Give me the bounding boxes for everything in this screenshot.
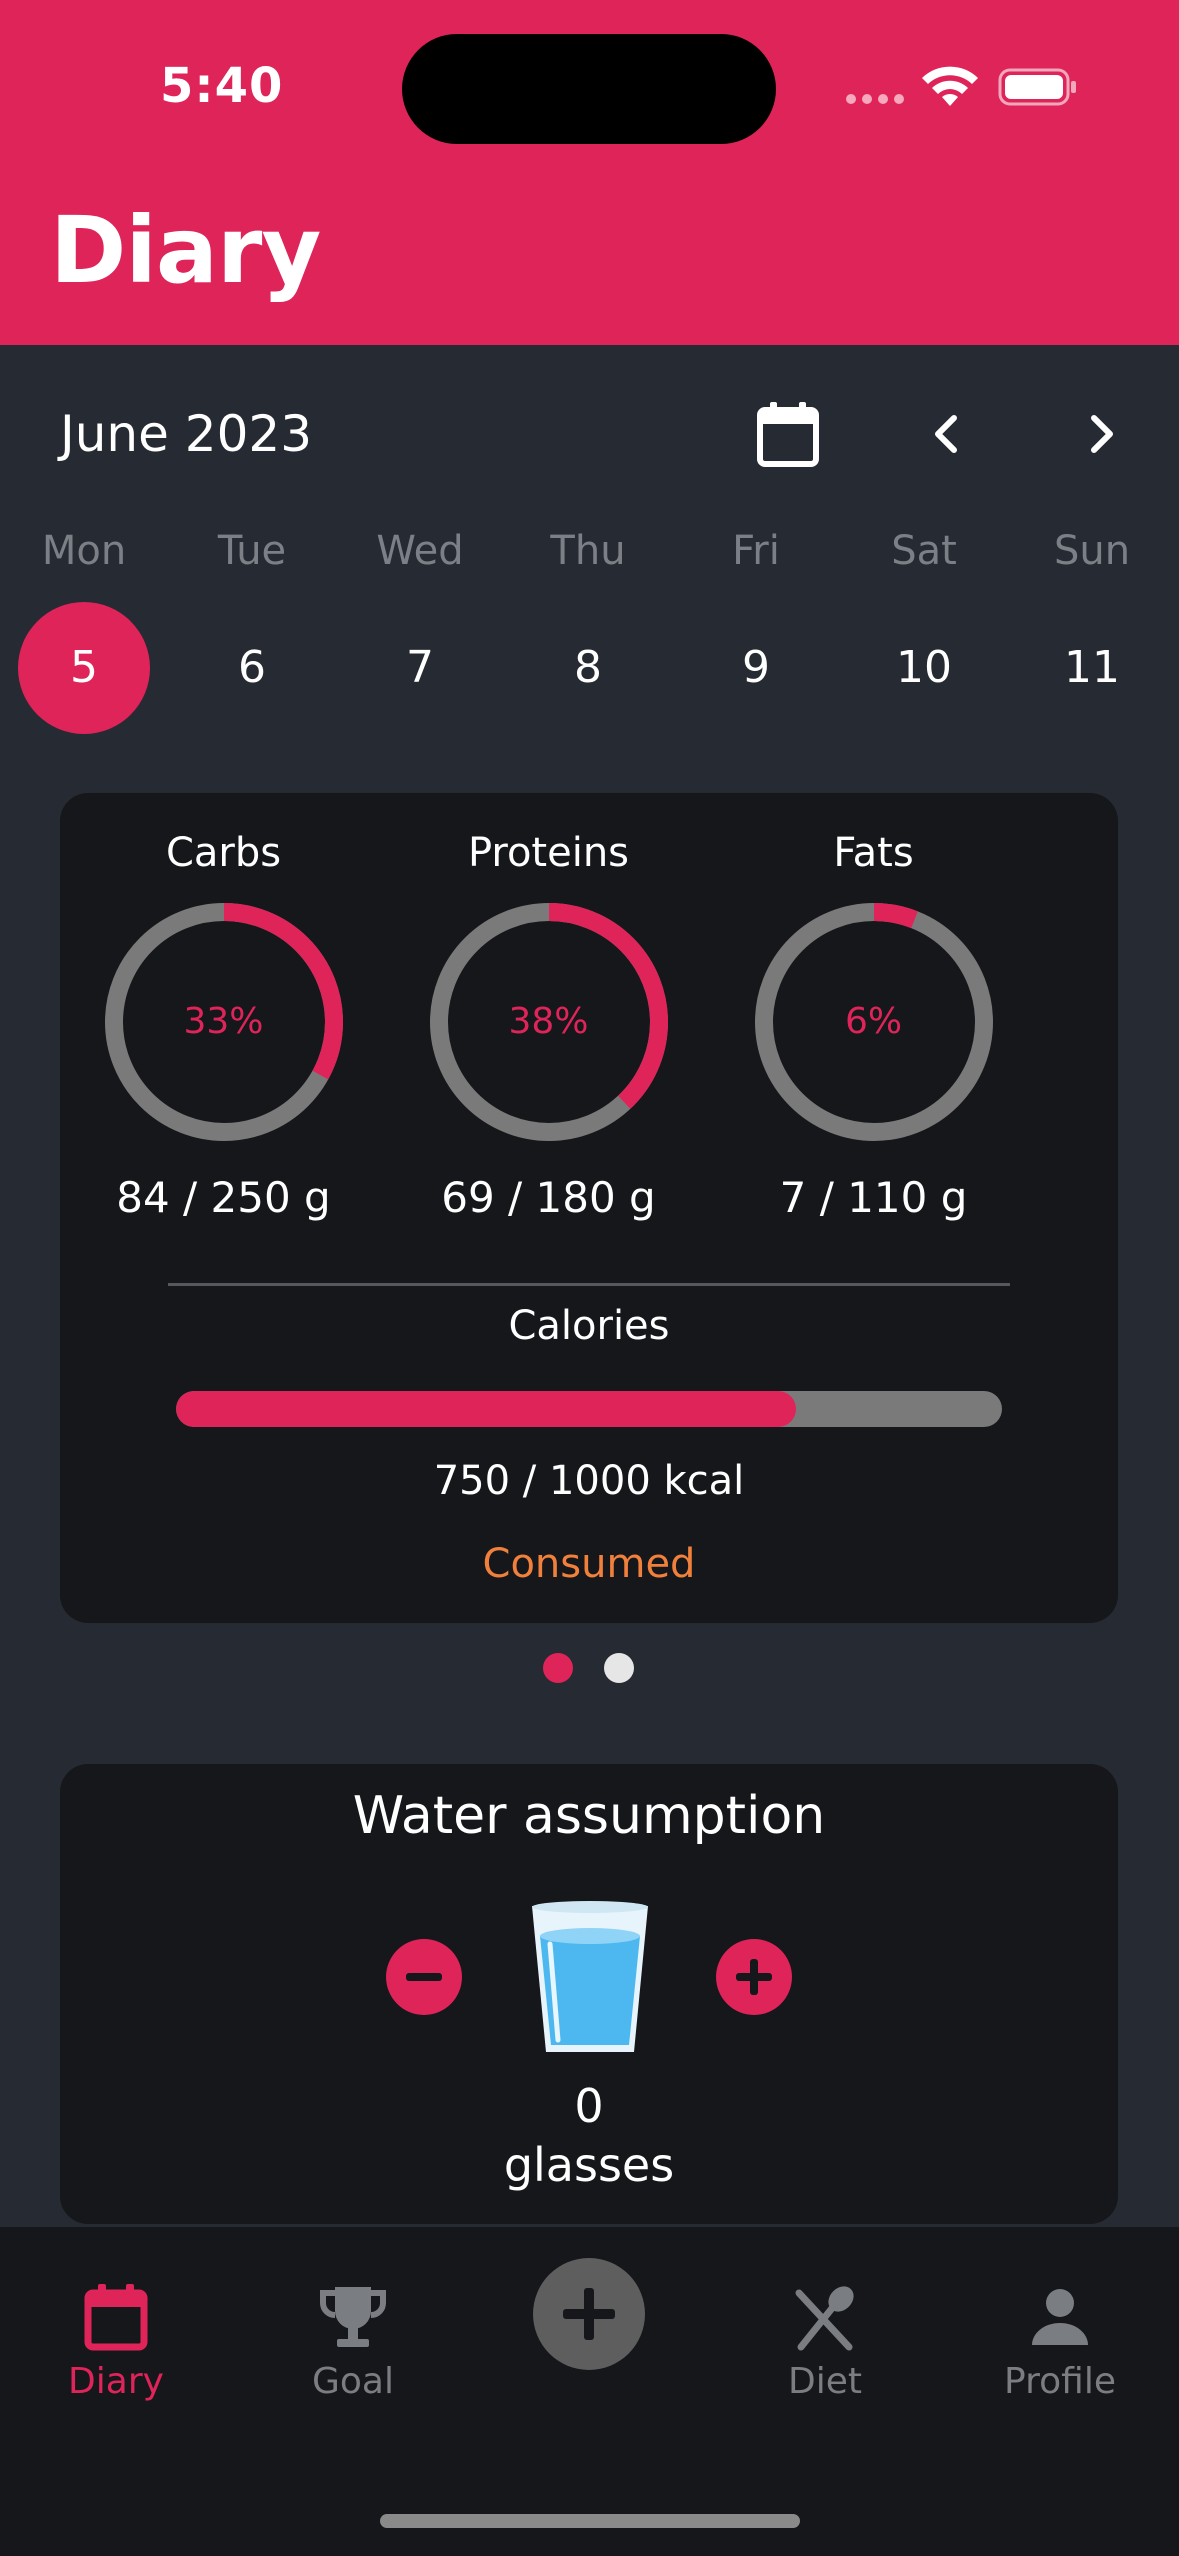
tab-label: Diary	[68, 2361, 164, 2402]
week-strip: Mon 5 Tue 6 Wed 7 Thu 8 Fri 9 Sat 10 Sun…	[0, 520, 1179, 734]
day-column[interactable]: Sat 10	[840, 520, 1008, 734]
tab-bar: Diary Goal Diet Profile	[0, 2227, 1179, 2556]
nutrition-summary-card[interactable]: Carbs 33% 84 / 250 g Proteins 38% 69 / 1…	[60, 793, 1118, 1623]
macro-amount: 84 / 250 g	[116, 1173, 331, 1222]
page-title: Diary	[50, 197, 321, 304]
remove-glass-button[interactable]	[386, 1939, 462, 2015]
day-column[interactable]: Sun 11	[1008, 520, 1176, 734]
tab-label: Profile	[1004, 2361, 1116, 2402]
page-indicator-dot-active[interactable]	[543, 1653, 573, 1683]
dynamic-island	[402, 34, 776, 144]
day-number-selected[interactable]: 5	[18, 602, 150, 734]
macro-ring: 6%	[753, 901, 995, 1143]
day-column[interactable]: Thu 8	[504, 520, 672, 734]
macro-carbs: Carbs 33% 84 / 250 g	[61, 823, 386, 1222]
tab-profile[interactable]: Profile	[960, 2277, 1160, 2402]
water-title: Water assumption	[352, 1786, 826, 1846]
water-card: Water assumption 0 glasses	[60, 1764, 1118, 2224]
macro-percent: 6%	[844, 1001, 903, 1042]
calendar-icon	[84, 2284, 148, 2351]
macro-amount: 69 / 180 g	[441, 1173, 656, 1222]
calories-label: Calories	[508, 1303, 670, 1349]
calories-progress-bar	[176, 1391, 1002, 1427]
calendar-picker-icon[interactable]	[752, 398, 824, 470]
day-number[interactable]: 11	[1026, 602, 1158, 734]
macro-name: Fats	[833, 830, 914, 876]
day-column[interactable]: Fri 9	[672, 520, 840, 734]
day-number[interactable]: 10	[858, 602, 990, 734]
calories-amount: 750 / 1000 kcal	[433, 1458, 745, 1504]
day-number[interactable]: 9	[690, 602, 822, 734]
day-number[interactable]: 6	[186, 602, 318, 734]
calories-progress-fill	[176, 1391, 796, 1427]
cellular-signal-icon	[846, 94, 904, 106]
plus-icon	[563, 2288, 615, 2340]
day-number[interactable]: 7	[354, 602, 486, 734]
tab-label: Goal	[312, 2361, 394, 2402]
minus-icon	[406, 1973, 442, 1981]
next-week-icon[interactable]	[1074, 404, 1130, 464]
tab-diet[interactable]: Diet	[725, 2277, 925, 2402]
add-glass-button[interactable]	[716, 1939, 792, 2015]
plus-icon	[736, 1959, 772, 1995]
month-label: June 2023	[60, 405, 313, 463]
trophy-icon	[320, 2287, 386, 2347]
macro-fats: Fats 6% 7 / 110 g	[711, 823, 1036, 1222]
day-name: Fri	[732, 528, 780, 574]
previous-week-icon[interactable]	[918, 404, 974, 464]
macro-proteins: Proteins 38% 69 / 180 g	[386, 823, 711, 1222]
status-time: 5:40	[160, 58, 284, 114]
day-name: Sun	[1053, 528, 1131, 574]
tab-goal[interactable]: Goal	[253, 2277, 453, 2402]
battery-icon	[998, 68, 1076, 106]
person-icon	[1032, 2289, 1088, 2345]
macro-percent: 33%	[183, 1001, 264, 1042]
day-name: Wed	[376, 528, 464, 574]
day-number[interactable]: 8	[522, 602, 654, 734]
home-indicator	[380, 2514, 800, 2528]
day-column[interactable]: Tue 6	[168, 520, 336, 734]
calories-status: Consumed	[482, 1541, 696, 1587]
day-column[interactable]: Mon 5	[0, 520, 168, 734]
tab-label: Diet	[788, 2361, 862, 2402]
add-entry-button[interactable]	[533, 2258, 645, 2370]
page-indicator-dot[interactable]	[604, 1653, 634, 1683]
wifi-icon	[922, 66, 978, 106]
macro-name: Carbs	[165, 830, 282, 876]
day-name: Thu	[550, 528, 626, 574]
tab-diary[interactable]: Diary	[16, 2277, 216, 2402]
macro-percent: 38%	[508, 1001, 589, 1042]
macro-ring: 33%	[103, 901, 345, 1143]
day-column[interactable]: Wed 7	[336, 520, 504, 734]
water-glass-icon	[532, 1901, 648, 2052]
divider	[168, 1283, 1010, 1286]
macro-name: Proteins	[467, 830, 630, 876]
fork-spoon-icon	[795, 2286, 854, 2351]
water-count: 0	[574, 2079, 604, 2133]
day-name: Mon	[41, 528, 127, 574]
macro-amount: 7 / 110 g	[779, 1173, 968, 1222]
day-name: Sat	[891, 528, 957, 574]
day-name: Tue	[217, 528, 287, 574]
macro-ring: 38%	[428, 901, 670, 1143]
water-unit: glasses	[503, 2138, 675, 2192]
